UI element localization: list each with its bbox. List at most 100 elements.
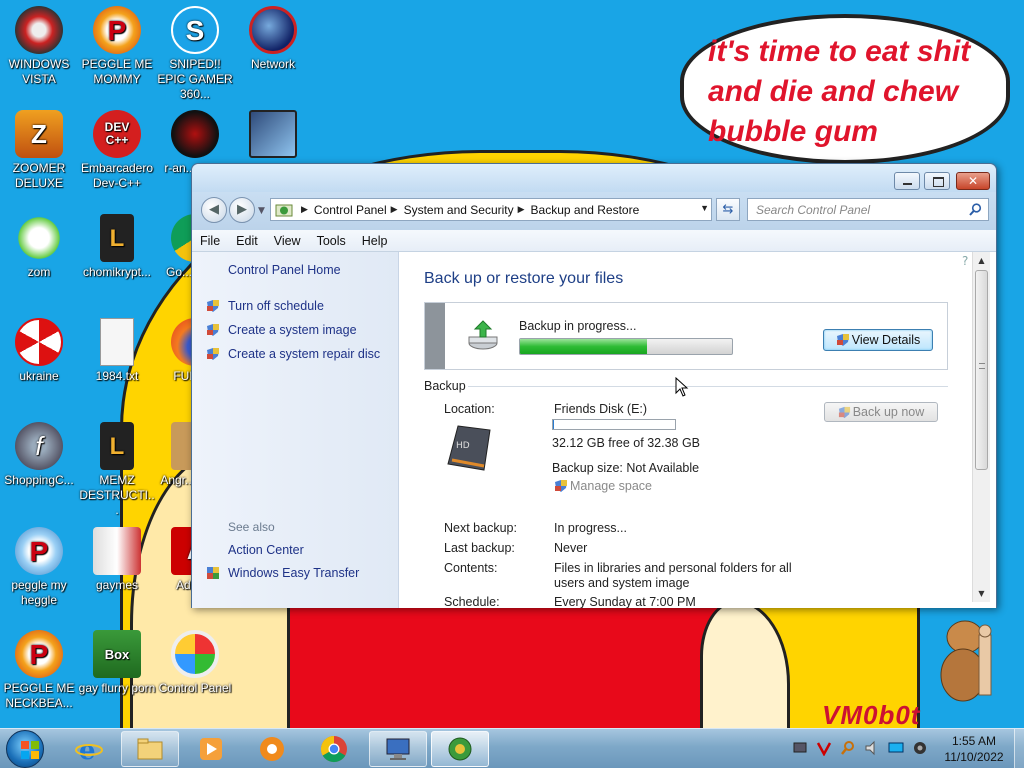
- backup-status-text: Backup in progress...: [519, 319, 637, 333]
- search-input[interactable]: Search Control Panel: [747, 198, 989, 221]
- desktop-icon-shoppingc[interactable]: f ShoppingC...: [0, 422, 78, 488]
- refresh-button[interactable]: ⇆: [716, 198, 740, 221]
- search-placeholder: Search Control Panel: [756, 203, 871, 217]
- menu-view[interactable]: View: [274, 234, 301, 248]
- desktop-icon-peggle-my-heggle[interactable]: P peggle my heggle: [0, 527, 78, 608]
- taskbar-media-player[interactable]: [182, 731, 240, 767]
- breadcrumb-separator-icon[interactable]: ▶: [391, 204, 398, 215]
- mouse-cursor-icon: [675, 377, 689, 397]
- taskbar-uc-browser[interactable]: [243, 731, 301, 767]
- vertical-scrollbar[interactable]: ▲ ▼: [972, 252, 990, 602]
- menu-file[interactable]: File: [200, 234, 220, 248]
- search-icon[interactable]: [969, 203, 982, 216]
- show-desktop-button[interactable]: [1014, 729, 1024, 768]
- desktop-icon-monitor[interactable]: [234, 110, 312, 161]
- help-icon[interactable]: ?: [962, 254, 968, 268]
- uac-shield-icon: [555, 480, 567, 492]
- desktop-icon-ukraine[interactable]: ukraine: [0, 318, 78, 384]
- taskbar-remote-desktop[interactable]: [369, 731, 427, 767]
- desktop-icon-peggle-me-neckbeard[interactable]: P PEGGLE ME NECKBEA...: [0, 630, 78, 711]
- action-center-link[interactable]: Action Center: [228, 543, 304, 557]
- schedule-label: Schedule:: [444, 595, 500, 608]
- back-button[interactable]: ◀: [201, 197, 227, 223]
- forward-button[interactable]: ▶: [229, 197, 255, 223]
- taskbar-chrome[interactable]: [305, 731, 363, 767]
- backup-progress-panel: Backup in progress... View Details: [424, 302, 948, 370]
- backup-restore-icon: [448, 737, 472, 761]
- search-tray-icon[interactable]: [840, 740, 856, 756]
- manage-space-link[interactable]: Manage space: [554, 479, 652, 493]
- windows-easy-transfer-link[interactable]: Windows Easy Transfer: [206, 566, 359, 580]
- maximize-button[interactable]: [924, 172, 950, 190]
- network-tray-icon[interactable]: [792, 740, 808, 756]
- scrollbar-thumb[interactable]: [975, 270, 988, 470]
- recent-pages-dropdown-icon[interactable]: ▼: [258, 206, 265, 216]
- last-backup-value: Never: [554, 541, 588, 555]
- scroll-up-arrow-icon[interactable]: ▲: [973, 252, 990, 269]
- games-folder-icon: [93, 527, 141, 575]
- menu-tools[interactable]: Tools: [317, 234, 346, 248]
- uc-browser-icon: [260, 737, 284, 761]
- close-button[interactable]: ✕: [956, 172, 990, 190]
- breadcrumb-separator-icon[interactable]: ▶: [518, 204, 525, 215]
- chrome-icon: [320, 735, 347, 763]
- menu-help[interactable]: Help: [362, 234, 388, 248]
- desktop-icon-devcpp[interactable]: DEV C++ Embarcadero Dev-C++: [78, 110, 156, 191]
- breadcrumb-system-and-security[interactable]: System and Security: [404, 203, 514, 217]
- taskbar-backup-and-restore[interactable]: [431, 731, 489, 767]
- antivirus-tray-icon[interactable]: [816, 740, 832, 756]
- peggle-icon: P: [93, 6, 141, 54]
- webcam-tray-icon[interactable]: [912, 740, 928, 756]
- location-value: Friends Disk (E:): [554, 402, 648, 416]
- media-player-icon: [200, 738, 222, 760]
- desktop-icon-1984-txt[interactable]: 1984.txt: [78, 318, 156, 384]
- close-icon: ✕: [967, 174, 979, 188]
- create-system-repair-disc-link[interactable]: Create a system repair disc: [206, 347, 380, 361]
- turn-off-schedule-link[interactable]: Turn off schedule: [206, 299, 324, 313]
- desktop-icon-sniped[interactable]: S SNIPED!! EPIC GAMER 360...: [156, 6, 234, 102]
- desktop-icon-gay-flurry-porn[interactable]: Box gay flurry porn: [78, 630, 156, 696]
- address-bar[interactable]: ▶ Control Panel ▶ System and Security ▶ …: [270, 198, 712, 221]
- backup-size-text: Backup size: Not Available: [552, 461, 700, 475]
- desktop-icon-windows-vista[interactable]: WINDOWS VISTA: [0, 6, 78, 87]
- uac-shield-icon: [207, 300, 219, 312]
- backup-section-heading: Backup: [424, 379, 466, 393]
- desktop-icon-memz[interactable]: L MEMZ DESTRUCTI...: [78, 422, 156, 518]
- contents-value: Files in libraries and personal folders …: [554, 561, 792, 590]
- taskbar-clock[interactable]: 1:55 AM 11/10/2022: [938, 733, 1010, 765]
- breadcrumb-backup-and-restore[interactable]: Backup and Restore: [531, 203, 640, 217]
- free-space-text: 32.12 GB free of 32.38 GB: [552, 436, 701, 450]
- scroll-down-arrow-icon[interactable]: ▼: [973, 585, 990, 602]
- desktop-icon-zom[interactable]: zom: [0, 214, 78, 280]
- address-history-dropdown-icon[interactable]: ▼: [700, 203, 709, 213]
- desktop-icon-peggle-me-mommy[interactable]: P PEGGLE ME MOMMY: [78, 6, 156, 87]
- breadcrumb-separator-icon[interactable]: ▶: [301, 204, 308, 215]
- back-up-now-button[interactable]: Back up now: [824, 402, 938, 422]
- desktop-icon-chomikrypt[interactable]: L chomikrypt...: [78, 214, 156, 280]
- display-tray-icon[interactable]: [888, 740, 904, 756]
- menu-edit[interactable]: Edit: [236, 234, 258, 248]
- uac-shield-icon: [836, 334, 849, 346]
- volume-tray-icon[interactable]: [864, 740, 880, 756]
- desktop-icon-network[interactable]: Network: [234, 6, 312, 72]
- system-tray: [792, 737, 936, 759]
- forward-arrow-icon: ▶: [237, 202, 247, 217]
- devcpp-icon: DEV C++: [93, 110, 141, 158]
- desktop-icon-gaymes[interactable]: gaymes: [78, 527, 156, 593]
- explorer-folder-icon: [137, 738, 163, 760]
- create-system-image-link[interactable]: Create a system image: [206, 323, 357, 337]
- window-content: Control Panel Home Turn off schedule Cre…: [192, 252, 996, 608]
- desktop-icon-control-panel[interactable]: Control Panel: [156, 630, 234, 696]
- box-beaver-icon: Box: [93, 630, 141, 678]
- start-button[interactable]: [6, 730, 44, 768]
- peggle-icon: P: [15, 630, 63, 678]
- internet-explorer-icon: e: [75, 736, 103, 763]
- window-titlebar[interactable]: ✕: [192, 164, 996, 192]
- desktop-icon-zoomer-deluxe[interactable]: Z ZOOMER DELUXE: [0, 110, 78, 191]
- control-panel-home-link[interactable]: Control Panel Home: [228, 263, 341, 277]
- taskbar-explorer[interactable]: [121, 731, 179, 767]
- taskbar-internet-explorer[interactable]: e: [60, 731, 118, 767]
- view-details-button[interactable]: View Details: [823, 329, 933, 351]
- minimize-button[interactable]: [894, 172, 920, 190]
- breadcrumb-control-panel[interactable]: Control Panel: [314, 203, 387, 217]
